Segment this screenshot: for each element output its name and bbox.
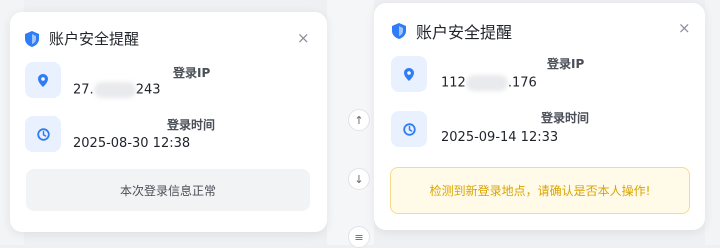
status-text: 本次登录信息正常 (119, 183, 216, 198)
security-alert-card-right: 账户安全提醒 × 登录IP 112 .176 登录时间 2025-09-14 12… (374, 3, 705, 230)
card-header: 账户安全提醒 (25, 28, 139, 49)
ip-icon-box (391, 56, 427, 92)
new-location-warning-banner: 检测到新登录地点，请确认是否本人操作! (390, 167, 690, 214)
ip-icon-box (25, 62, 61, 98)
location-pin-icon (404, 67, 414, 81)
shield-icon (392, 23, 406, 39)
side-button-up-label: ↑ (354, 113, 364, 127)
location-pin-icon (38, 73, 48, 87)
background-right-panel (705, 0, 720, 245)
time-icon-box (391, 111, 427, 147)
ip-suffix: 243 (135, 82, 161, 98)
ip-redacted (93, 82, 136, 98)
card-title: 账户安全提醒 (416, 23, 513, 42)
status-normal-banner: 本次登录信息正常 (26, 169, 310, 211)
time-icon-box (25, 116, 61, 152)
ip-value: 27. 243 (73, 82, 161, 98)
clock-icon (402, 122, 416, 136)
ip-label: 登录IP (547, 57, 585, 71)
shield-icon (25, 30, 39, 47)
clock-icon (36, 127, 50, 141)
ip-label: 登录IP (173, 66, 211, 80)
time-value: 2025-09-14 12:33 (441, 130, 559, 145)
ip-redacted (465, 75, 508, 91)
side-button-menu-label: ≡ (354, 230, 364, 244)
ip-suffix: .176 (507, 75, 537, 91)
warning-text: 检测到新登录地点，请确认是否本人操作! (429, 184, 651, 198)
ip-value: 112 .176 (441, 75, 537, 91)
card-header: 账户安全提醒 (392, 19, 512, 43)
side-button-up[interactable]: ↑ (348, 109, 370, 131)
ip-prefix: 112 (441, 75, 466, 91)
time-label: 登录时间 (167, 118, 216, 132)
side-button-down-label: ↓ (354, 172, 364, 186)
card-title: 账户安全提醒 (49, 30, 140, 48)
close-icon[interactable]: × (678, 19, 691, 37)
side-button-down[interactable]: ↓ (348, 168, 370, 190)
time-value: 2025-08-30 12:38 (73, 136, 191, 151)
security-alert-card-left: 账户安全提醒 × 登录IP 27. 243 登录时间 2025-08-30 12:… (10, 12, 327, 232)
ip-prefix: 27. (73, 82, 94, 98)
time-label: 登录时间 (541, 111, 590, 125)
close-icon[interactable]: × (297, 29, 310, 47)
